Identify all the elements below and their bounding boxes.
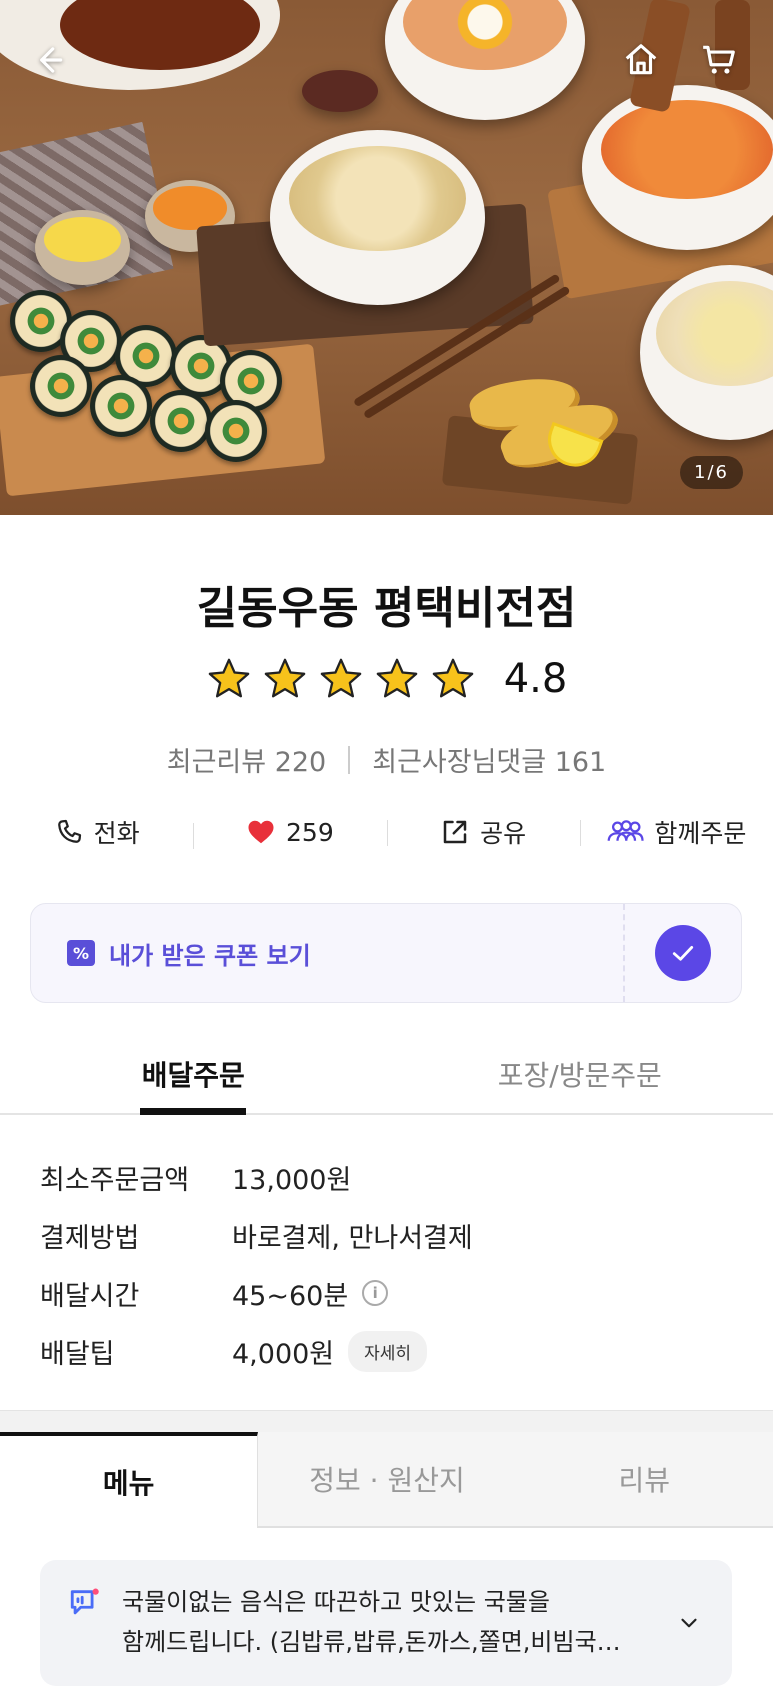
coupon-banner: % 내가 받은 쿠폰 보기: [30, 903, 742, 1003]
star-icon: [320, 658, 362, 698]
kimbap-decoration: [30, 355, 92, 417]
check-icon: [672, 946, 694, 961]
tab-info-origin[interactable]: 정보 · 원산지: [258, 1432, 516, 1528]
delivery-tip-group: 4,000원 자세히: [232, 1330, 428, 1372]
delivery-tip-label: 배달팁: [40, 1338, 115, 1370]
expand-notice-button[interactable]: [674, 1582, 704, 1664]
payment-value: 바로결제, 만나서결제: [232, 1222, 473, 1254]
side-dish-decoration: [35, 210, 130, 285]
cart-button[interactable]: [695, 36, 743, 84]
coupon-check-area: [623, 904, 741, 1002]
tip-detail-button[interactable]: 자세히: [348, 1330, 428, 1372]
share-button[interactable]: 공유: [386, 814, 580, 850]
share-icon: [443, 820, 467, 844]
heart-icon: [248, 820, 274, 844]
star-icon: [264, 658, 306, 698]
order-type-tabs: 배달주문 포장/방문주문: [0, 1040, 773, 1115]
back-button[interactable]: [24, 36, 72, 84]
view-coupons-button[interactable]: % 내가 받은 쿠폰 보기: [31, 904, 623, 1002]
share-label: 공유: [480, 819, 527, 848]
min-order-value: 13,000원: [232, 1164, 352, 1196]
delivery-time-row: 배달시간 45~60분 i: [40, 1264, 740, 1322]
delivery-time-label: 배달시간: [40, 1280, 140, 1312]
notice-line-2: 함께드립니다. (김밥류,밥류,돈까스,쫄면,비빔국…: [122, 1628, 621, 1656]
star-icon: [208, 658, 250, 698]
coupon-icon: %: [67, 940, 95, 966]
notice-line-1: 국물이없는 음식은 따끈하고 맛있는 국물을: [122, 1588, 550, 1616]
tab-menu[interactable]: 메뉴: [0, 1432, 259, 1528]
back-arrow-icon: [40, 47, 63, 73]
delivery-info: 최소주문금액 13,000원 결제방법 바로결제, 만나서결제 배달시간 45~…: [40, 1148, 740, 1380]
like-count: 259: [286, 817, 334, 847]
kimbap-decoration: [205, 400, 267, 462]
kimbap-decoration: [150, 390, 212, 452]
star-rating: 4.8: [0, 656, 773, 702]
home-icon: [625, 44, 657, 75]
cart-icon: [703, 45, 735, 74]
sauce-bowl-decoration: [302, 70, 378, 112]
section-divider: [0, 1410, 773, 1434]
coupon-label: 내가 받은 쿠폰 보기: [109, 941, 311, 970]
phone-icon: [57, 819, 81, 843]
owner-replies-link[interactable]: 최근사장님댓글 161: [372, 740, 606, 779]
payment-label: 결제방법: [40, 1222, 140, 1254]
udon-bowl-decoration: [270, 130, 485, 305]
star-icon: [432, 658, 474, 698]
kimbap-decoration: [90, 375, 152, 437]
delivery-time-value: 45~60분: [232, 1280, 349, 1312]
tab-delivery[interactable]: 배달주문: [0, 1040, 387, 1113]
tab-pickup[interactable]: 포장/방문주문: [387, 1040, 773, 1113]
recent-reviews-link[interactable]: 최근리뷰 220: [167, 740, 326, 779]
rating-score: 4.8: [503, 656, 568, 702]
hero-food-image[interactable]: 1/6: [0, 0, 773, 515]
delivery-tip-row: 배달팁 4,000원 자세히: [40, 1322, 740, 1380]
coupon-check-button[interactable]: [655, 925, 711, 981]
image-page-indicator: 1/6: [680, 456, 743, 489]
delivery-tip-value: 4,000원: [232, 1338, 335, 1370]
like-button[interactable]: 259: [193, 817, 386, 849]
review-summary: 최근리뷰 220 최근사장님댓글 161: [0, 740, 773, 779]
home-button[interactable]: [617, 36, 665, 84]
bibim-bowl-decoration: [385, 0, 585, 120]
tab-reviews[interactable]: 리뷰: [515, 1432, 773, 1528]
star-icon: [376, 658, 418, 698]
group-order-button[interactable]: 함께주문: [579, 814, 773, 850]
store-notice[interactable]: 국물이없는 음식은 따끈하고 맛있는 국물을 함께드립니다. (김밥류,밥류,돈…: [40, 1560, 732, 1686]
group-order-label: 함께주문: [654, 819, 747, 848]
store-name: 길동우동 평택비전점: [196, 583, 577, 634]
info-icon[interactable]: i: [362, 1280, 389, 1306]
delivery-time-group: 45~60분 i: [232, 1274, 389, 1313]
chevron-down-icon: [681, 1618, 697, 1628]
call-label: 전화: [93, 819, 140, 848]
min-order-row: 최소주문금액 13,000원: [40, 1148, 740, 1206]
divider: [348, 745, 351, 774]
noodle-bowl-decoration: [640, 265, 773, 440]
call-button[interactable]: 전화: [0, 814, 193, 850]
store-actions: 전화 259 공유 함께주문: [0, 814, 773, 850]
people-icon: [607, 820, 644, 841]
min-order-label: 최소주문금액: [40, 1164, 190, 1196]
notice-icon: [70, 1588, 99, 1615]
notice-text: 국물이없는 음식은 따끈하고 맛있는 국물을 함께드립니다. (김밥류,밥류,돈…: [122, 1582, 674, 1664]
menu-tabs: 메뉴 정보 · 원산지 리뷰: [0, 1432, 773, 1528]
payment-row: 결제방법 바로결제, 만나서결제: [40, 1206, 740, 1264]
